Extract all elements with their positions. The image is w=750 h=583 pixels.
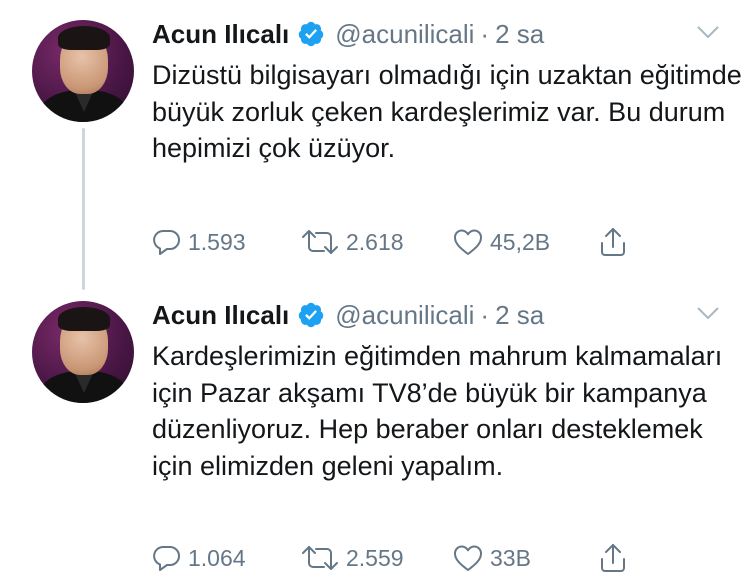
retweet-icon <box>302 546 338 570</box>
chevron-down-icon[interactable] <box>696 305 720 321</box>
separator-dot: · <box>480 19 490 49</box>
reply-count: 1.593 <box>188 228 246 255</box>
tweet-actions: 1.064 2.559 33B <box>152 540 652 576</box>
tweet-text: Kardeşlerimizin eğitimden mahrum kalmama… <box>152 341 723 481</box>
retweet-button[interactable]: 2.618 <box>300 224 404 260</box>
reply-count: 1.064 <box>188 544 246 571</box>
like-count: 45,2B <box>490 228 551 255</box>
reply-icon <box>153 545 180 571</box>
verified-badge-icon <box>299 302 324 328</box>
reply-button[interactable]: 1.593 <box>152 224 246 260</box>
tweet-header: Acun Ilıcalı @acunilicali · 2 sa <box>152 295 544 335</box>
separator-dot: · <box>480 300 490 330</box>
share-icon <box>601 228 625 256</box>
verified-badge-icon <box>299 21 324 47</box>
tweet-header: Acun Ilıcalı @acunilicali · 2 sa <box>152 14 544 54</box>
tweet-text: Dizüstü bilgisayarı olmadığı için uzakta… <box>152 60 742 163</box>
thread-connector-line <box>82 128 85 290</box>
share-button[interactable] <box>598 540 628 576</box>
share-icon <box>601 544 625 572</box>
author-handle[interactable]: @acunilicali <box>335 14 474 54</box>
timestamp[interactable]: 2 sa <box>495 14 544 54</box>
retweet-button[interactable]: 2.559 <box>300 540 404 576</box>
retweet-icon <box>302 230 338 254</box>
timestamp[interactable]: 2 sa <box>495 295 544 335</box>
author-name[interactable]: Acun Ilıcalı <box>152 295 289 335</box>
avatar[interactable] <box>32 20 134 122</box>
avatar[interactable] <box>32 301 134 403</box>
like-button[interactable]: 45,2B <box>452 224 550 260</box>
tweet-actions: 1.593 2.618 45,2B <box>152 224 652 260</box>
share-button[interactable] <box>598 224 628 260</box>
reply-icon <box>153 229 180 255</box>
like-button[interactable]: 33B <box>452 540 531 576</box>
retweet-count: 2.559 <box>346 544 404 571</box>
author-name[interactable]: Acun Ilıcalı <box>152 14 289 54</box>
chevron-down-icon[interactable] <box>696 24 720 40</box>
reply-button[interactable]: 1.064 <box>152 540 246 576</box>
author-handle[interactable]: @acunilicali <box>335 295 474 335</box>
retweet-count: 2.618 <box>346 228 404 255</box>
like-icon <box>454 229 482 255</box>
like-count: 33B <box>490 544 531 571</box>
like-icon <box>454 545 482 571</box>
